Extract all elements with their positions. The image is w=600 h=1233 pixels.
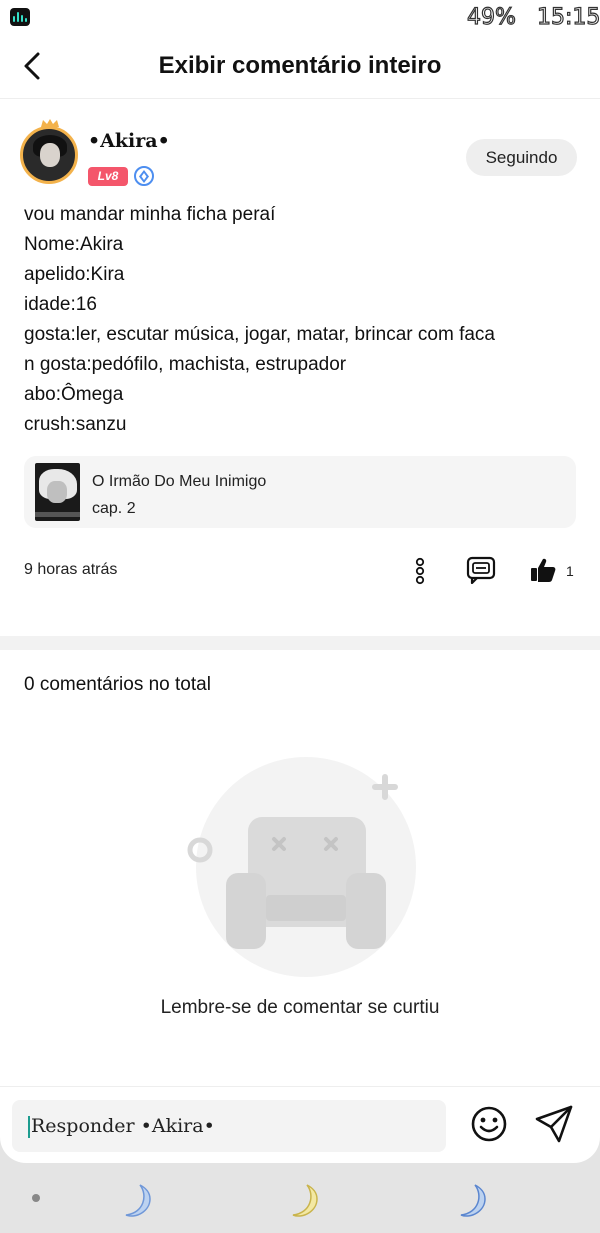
reply-input[interactable]: Responder •Akira• [12,1100,446,1152]
clock: 15:15 [536,4,600,30]
comments-total: 0 comentários no total [24,674,211,695]
comment-line: crush:sanzu [24,414,127,435]
reply-bar: Responder •Akira• [0,1086,600,1163]
story-title: O Irmão Do Meu Inimigo [92,473,267,490]
comment-line: gosta:ler, escutar música, jogar, matar,… [24,324,495,345]
comment-line: idade:16 [24,294,97,315]
comment-line: abo:Ômega [24,384,124,405]
empty-sofa-illustration [187,757,416,977]
battery-level: 49% [466,4,516,30]
nav-dot[interactable] [32,1194,40,1202]
crown-icon [41,119,59,127]
author-name[interactable]: •Akira• [88,130,170,152]
reply-icon[interactable] [466,556,496,584]
level-badge: Lv8 [88,167,128,186]
comment-line: apelido:Kira [24,264,125,285]
following-button[interactable]: Seguindo [466,139,577,176]
verified-icon [134,166,154,186]
app-notification-icon [10,8,30,26]
like-count: 1 [566,563,574,579]
header: Exibir comentário inteiro [0,36,600,99]
reply-placeholder: Responder •Akira• [31,1115,215,1137]
emoji-icon[interactable] [470,1105,508,1143]
more-icon[interactable] [411,557,429,585]
screen: 49% 15:15 Exibir comentário inteiro •Aki… [0,0,600,1163]
comment-line: n gosta:pedófilo, machista, estrupador [24,354,347,375]
empty-state-message: Lembre-se de comentar se curtiu [160,997,440,1018]
page-title: Exibir comentário inteiro [158,52,442,79]
story-chapter: cap. 2 [92,500,136,517]
timestamp: 9 horas atrás [24,561,118,578]
navigation-bar [0,1163,600,1233]
moon-icon[interactable] [281,1181,321,1221]
status-bar: 49% 15:15 [0,0,600,36]
comment-text: vou mandar minha ficha peraí Nome:Akira … [24,200,584,440]
send-icon[interactable] [533,1103,575,1145]
moon-icon[interactable] [114,1181,154,1221]
like-icon[interactable] [529,556,557,584]
section-divider [0,636,600,650]
text-caret [28,1116,30,1138]
comment-line: Nome:Akira [24,234,124,255]
story-card[interactable]: O Irmão Do Meu Inimigo cap. 2 [24,456,576,528]
story-cover [35,463,80,521]
moon-icon[interactable] [449,1181,489,1221]
avatar[interactable] [18,119,82,186]
comment-line: vou mandar minha ficha peraí [24,204,276,225]
